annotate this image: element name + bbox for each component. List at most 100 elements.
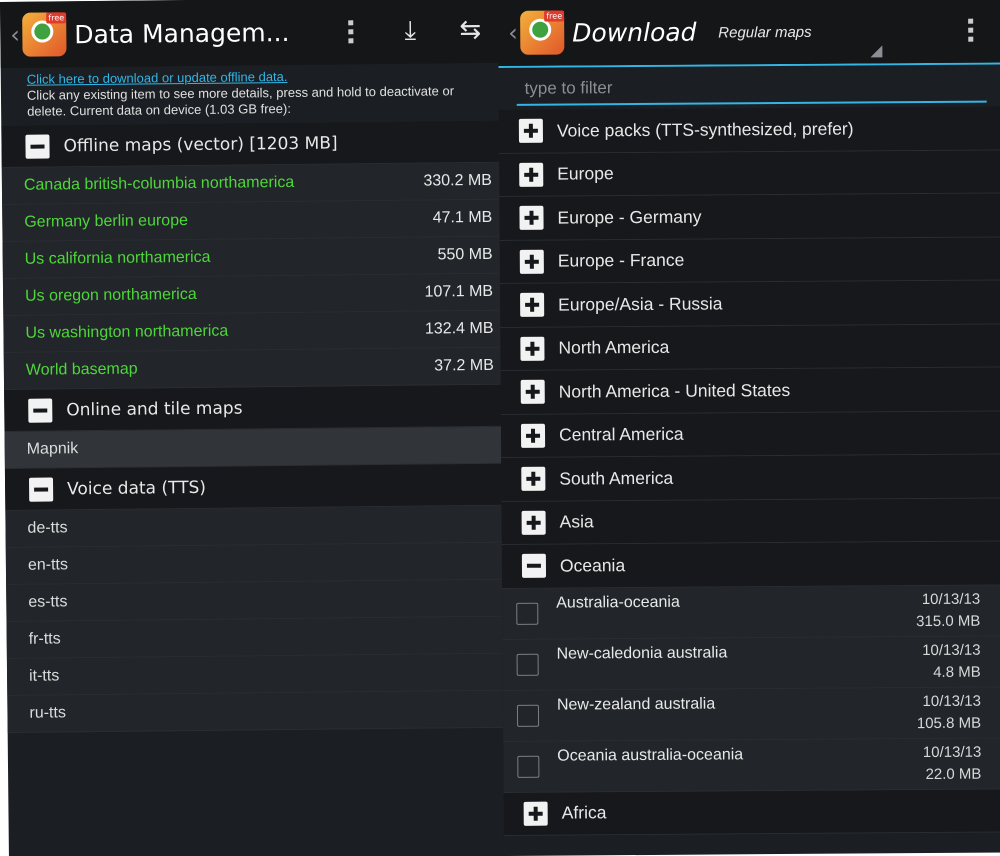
item-name: de-tts (27, 519, 68, 537)
region-label: Europe - France (557, 249, 685, 271)
region-group[interactable]: Europe - France (499, 236, 1000, 284)
item-size: 105.8 MB (916, 714, 982, 732)
expand-icon[interactable] (519, 205, 544, 231)
region-label: South America (559, 467, 674, 489)
item-name: World basemap (25, 360, 138, 379)
map-item[interactable]: Germany berlin europe 47.1 MB (2, 199, 503, 242)
item-meta: 10/13/13 315.0 MB (916, 588, 981, 632)
download-item[interactable]: Oceania australia-oceania 10/13/13 22.0 MB (503, 737, 1000, 793)
dropdown-triangle-icon (870, 45, 883, 58)
region-group[interactable]: North America (500, 323, 1000, 371)
action-bar: ‹ free Download Regular maps (498, 0, 1000, 66)
overflow-menu-icon[interactable] (940, 18, 1000, 42)
region-label: Africa (561, 802, 607, 823)
app-logo[interactable]: free (520, 10, 565, 55)
region-label: Europe - Germany (557, 206, 702, 228)
download-item[interactable]: Australia-oceania 10/13/13 315.0 MB (502, 584, 1000, 640)
item-name: Germany berlin europe (24, 212, 189, 231)
item-name: Mapnik (26, 440, 79, 458)
region-group[interactable]: North America - United States (500, 367, 1000, 415)
item-size: 550 MB (437, 245, 493, 264)
item-size: 47.1 MB (432, 208, 493, 227)
expand-icon[interactable] (521, 466, 546, 492)
item-meta: 10/13/13 4.8 MB (922, 639, 981, 683)
item-checkbox[interactable] (516, 653, 539, 676)
region-label: Europe (557, 163, 614, 184)
voice-item[interactable]: es-tts (6, 579, 507, 622)
region-label: Europe/Asia - Russia (558, 293, 723, 315)
item-size: 37.2 MB (434, 356, 494, 375)
region-group[interactable]: Europe/Asia - Russia (499, 280, 1000, 328)
expand-icon[interactable] (520, 379, 545, 405)
map-item[interactable]: World basemap 37.2 MB (3, 347, 505, 390)
item-name: Canada british-columbia northamerica (23, 173, 295, 194)
item-checkbox[interactable] (517, 755, 540, 778)
group-label: Offline maps (vector) [1203 MB] (63, 132, 338, 156)
voice-item[interactable]: de-tts (5, 505, 506, 548)
region-group[interactable]: Asia (501, 497, 1000, 545)
back-chevron-icon[interactable]: ‹ (10, 21, 22, 49)
group-header[interactable]: Online and tile maps (4, 384, 505, 432)
collapse-icon[interactable] (28, 476, 54, 502)
map-item[interactable]: Us washington northamerica 132.4 MB (3, 310, 504, 353)
download-item[interactable]: New-zealand australia 10/13/13 105.8 MB (502, 686, 1000, 742)
item-date: 10/13/13 (921, 590, 981, 608)
group-header[interactable]: Offline maps (vector) [1203 MB] (1, 120, 502, 168)
data-management-screen: ‹ free Data Managem... ⤓ ⇆ Click here to… (0, 0, 509, 856)
item-date: 10/13/13 (922, 641, 981, 659)
download-icon[interactable]: ⤓ (380, 15, 440, 47)
expand-icon[interactable] (521, 510, 546, 535)
item-name: es-tts (28, 593, 68, 611)
region-label: Central America (558, 423, 684, 445)
item-checkbox[interactable] (516, 602, 539, 625)
region-label: North America (558, 337, 670, 358)
item-name: fr-tts (28, 630, 61, 648)
voice-item[interactable]: it-tts (6, 653, 508, 696)
collapse-icon[interactable] (521, 553, 547, 579)
map-type-selector[interactable]: Regular maps (718, 24, 812, 42)
update-icon[interactable]: ⇆ (440, 15, 500, 46)
expand-icon[interactable] (523, 801, 548, 826)
item-checkbox[interactable] (516, 704, 540, 727)
expand-icon[interactable] (520, 423, 546, 448)
collapse-icon[interactable] (28, 397, 53, 423)
expand-icon[interactable] (519, 249, 544, 274)
item-name: Oceania australia-oceania (557, 745, 744, 765)
filter-input[interactable]: type to filter (516, 72, 987, 106)
region-group[interactable]: Central America (500, 410, 1000, 458)
region-group[interactable]: Europe (499, 149, 1000, 197)
region-label: Asia (559, 511, 594, 532)
collapse-icon[interactable] (25, 133, 50, 159)
item-size: 107.1 MB (424, 282, 494, 301)
region-group[interactable]: Africa (503, 788, 1000, 836)
expand-icon[interactable] (520, 336, 545, 361)
overflow-menu-icon[interactable] (320, 19, 380, 44)
region-group[interactable]: Voice packs (TTS-synthesized, prefer) (498, 106, 1000, 154)
screen-title: Download (572, 17, 697, 47)
map-item[interactable]: Us california northamerica 550 MB (2, 236, 503, 279)
item-name: Us oregon northamerica (24, 285, 197, 305)
map-item[interactable]: Us oregon northamerica 107.1 MB (2, 273, 504, 316)
voice-item[interactable]: ru-tts (7, 690, 508, 733)
map-item[interactable]: Canada british-columbia northamerica 330.… (1, 162, 503, 205)
info-text: Click any existing item to see more deta… (26, 83, 455, 119)
region-group-expanded[interactable]: Oceania (501, 541, 1000, 589)
item-size: 315.0 MB (916, 612, 981, 630)
expand-icon[interactable] (519, 162, 544, 187)
expand-icon[interactable] (518, 118, 543, 144)
item-meta: 10/13/13 22.0 MB (923, 741, 982, 785)
region-group[interactable]: Europe - Germany (499, 193, 1000, 241)
app-logo[interactable]: free (22, 12, 67, 57)
tile-map-item[interactable]: Mapnik (4, 426, 505, 469)
back-chevron-icon[interactable]: ‹ (508, 19, 520, 47)
voice-item[interactable]: en-tts (5, 542, 507, 585)
download-item[interactable]: New-caledonia australia 10/13/13 4.8 MB (502, 635, 1000, 691)
region-group[interactable]: South America (501, 454, 1000, 502)
voice-item[interactable]: fr-tts (6, 616, 507, 659)
expand-icon[interactable] (520, 292, 545, 318)
item-size: 22.0 MB (925, 765, 982, 783)
region-label: North America - United States (558, 379, 791, 402)
item-size: 132.4 MB (424, 319, 494, 338)
group-header[interactable]: Voice data (TTS) (4, 463, 506, 511)
info-block: Click here to download or update offline… (1, 63, 502, 126)
